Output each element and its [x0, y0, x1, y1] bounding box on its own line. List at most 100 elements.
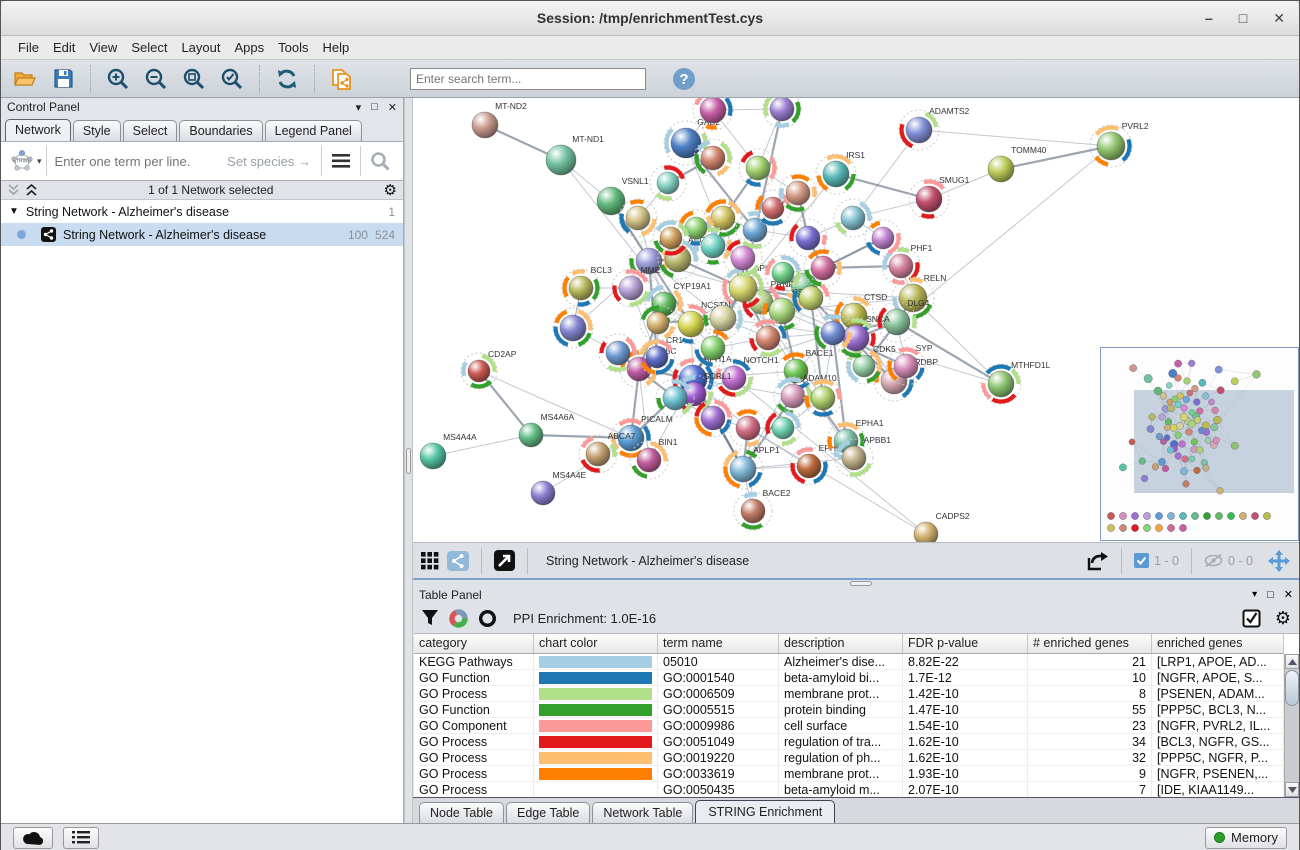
table-scrollbar[interactable]	[1284, 654, 1299, 797]
tab-style[interactable]: Style	[73, 120, 121, 141]
detach-view-icon[interactable]	[494, 550, 515, 571]
network-node[interactable]	[553, 308, 593, 348]
network-options-gear-icon[interactable]: ⚙	[384, 181, 397, 199]
menu-item-edit[interactable]: Edit	[46, 38, 82, 57]
network-node[interactable]: MT-ND1	[546, 134, 604, 175]
tab-legend-panel[interactable]: Legend Panel	[265, 120, 362, 141]
ring-chart-icon[interactable]	[478, 609, 497, 628]
save-session-button[interactable]	[47, 64, 79, 94]
tab-string-enrichment[interactable]: STRING Enrichment	[695, 800, 835, 823]
table-panel-float-icon[interactable]: □	[1267, 589, 1274, 601]
scroll-down-button[interactable]	[1285, 782, 1299, 797]
table-row[interactable]: GO ProcessGO:0033619membrane prot...1.93…	[414, 766, 1284, 782]
donut-chart-icon[interactable]	[449, 609, 468, 628]
network-node[interactable]: APLP1	[723, 445, 780, 489]
tab-network[interactable]: Network	[5, 119, 71, 141]
network-node[interactable]: MS4A4E	[531, 470, 586, 505]
network-node[interactable]: PVRL2	[1090, 121, 1149, 167]
navigate-cross-icon[interactable]	[1267, 549, 1291, 573]
tab-select[interactable]: Select	[123, 120, 178, 141]
network-node[interactable]: MS4A6A	[519, 412, 574, 447]
hsplitter-handle[interactable]	[850, 581, 872, 586]
string-logo[interactable]: STRING ▾	[5, 146, 47, 176]
zoom-out-button[interactable]	[140, 64, 172, 94]
minimize-button[interactable]: –	[1205, 10, 1213, 26]
tab-node-table[interactable]: Node Table	[419, 802, 504, 823]
table-row[interactable]: GO ProcessGO:0050435beta-amyloid m...2.0…	[414, 782, 1284, 797]
menu-item-file[interactable]: File	[11, 38, 46, 57]
network-node[interactable]: CR1	[639, 335, 683, 375]
column-header-category[interactable]: category	[414, 634, 534, 654]
copy-network-button[interactable]	[326, 64, 358, 94]
column-header-description[interactable]: description	[779, 634, 903, 654]
network-node[interactable]: ADAMTS2	[899, 106, 970, 150]
network-tree-child-row[interactable]: String Network - Alzheimer's disease 100…	[1, 223, 403, 246]
scrollbar-thumb[interactable]	[1285, 670, 1299, 706]
table-row[interactable]: GO FunctionGO:0001540beta-amyloid bi...1…	[414, 670, 1284, 686]
network-node[interactable]: MTHFD1L	[981, 360, 1051, 404]
zoom-fit-button[interactable]	[178, 64, 210, 94]
string-term-input[interactable]	[47, 154, 228, 169]
network-node[interactable]	[739, 149, 777, 187]
splitter-handle[interactable]	[406, 448, 411, 474]
network-tree-root-row[interactable]: ▼ String Network - Alzheimer's disease 1	[1, 200, 403, 223]
string-options-button[interactable]	[322, 154, 360, 168]
network-node[interactable]	[650, 165, 686, 201]
network-node[interactable]: IRS1	[816, 150, 865, 194]
zoom-in-button[interactable]	[102, 64, 134, 94]
menu-item-help[interactable]: Help	[316, 38, 357, 57]
network-node[interactable]	[779, 174, 817, 212]
network-node[interactable]: MS4A4A	[420, 432, 477, 469]
share-view-icon[interactable]	[447, 551, 469, 571]
table-row[interactable]: GO ProcessGO:0051049regulation of tra...…	[414, 734, 1284, 750]
float-panel-icon[interactable]: □	[371, 101, 378, 113]
expand-all-icon[interactable]	[25, 184, 38, 196]
close-panel-icon[interactable]: ✕	[388, 101, 397, 114]
table-row[interactable]: GO ProcessGO:0019220regulation of ph...1…	[414, 750, 1284, 766]
network-node[interactable]	[865, 220, 901, 256]
table-panel-menu-icon[interactable]: ▾	[1252, 589, 1257, 600]
maximize-button[interactable]: □	[1239, 10, 1247, 26]
select-rows-checkbox-icon[interactable]	[1242, 609, 1261, 628]
task-list-button[interactable]	[63, 827, 99, 849]
search-input[interactable]	[410, 68, 646, 90]
string-search-button[interactable]	[361, 151, 399, 171]
table-row[interactable]: KEGG Pathways05010Alzheimer's dise...8.8…	[414, 654, 1284, 670]
export-network-icon[interactable]	[1085, 550, 1109, 572]
collapse-all-icon[interactable]	[7, 184, 20, 196]
menu-item-view[interactable]: View	[82, 38, 124, 57]
network-node[interactable]: CD2AP	[461, 349, 517, 389]
table-row[interactable]: GO FunctionGO:0005515protein binding1.47…	[414, 702, 1284, 718]
network-node[interactable]	[763, 98, 801, 128]
column-header-FDR-p-value[interactable]: FDR p-value	[903, 634, 1028, 654]
memory-button[interactable]: Memory	[1205, 827, 1287, 849]
column-header-chart-color[interactable]: chart color	[534, 634, 658, 654]
close-button[interactable]: ✕	[1273, 10, 1285, 27]
table-settings-gear-icon[interactable]: ⚙	[1275, 608, 1291, 629]
table-panel-close-icon[interactable]: ✕	[1284, 588, 1293, 601]
scroll-up-button[interactable]	[1285, 654, 1299, 669]
column-header-enriched-genes[interactable]: enriched genes	[1152, 634, 1284, 654]
menu-item-layout[interactable]: Layout	[174, 38, 227, 57]
panel-menu-icon[interactable]: ▾	[356, 101, 362, 114]
tab-boundaries[interactable]: Boundaries	[179, 120, 262, 141]
refresh-button[interactable]	[271, 64, 303, 94]
network-node[interactable]: BACE2	[734, 488, 791, 530]
network-node[interactable]: SMUG1	[909, 175, 970, 219]
network-node[interactable]: TOMM40	[988, 145, 1047, 182]
filter-icon[interactable]	[421, 609, 439, 627]
network-canvas[interactable]: MT-ND2MT-ND1VSNL1GAB2ADAMTS2PVRL2TOMM40S…	[413, 98, 1299, 542]
column-header-term-name[interactable]: term name	[658, 634, 779, 654]
tab-network-table[interactable]: Network Table	[592, 802, 693, 823]
open-session-button[interactable]	[9, 64, 41, 94]
menu-item-apps[interactable]: Apps	[228, 38, 272, 57]
cloud-button[interactable]	[13, 827, 53, 849]
birdseye-view[interactable]	[1100, 347, 1299, 541]
menu-item-tools[interactable]: Tools	[271, 38, 315, 57]
vertical-splitter[interactable]	[404, 98, 413, 823]
menu-item-select[interactable]: Select	[124, 38, 174, 57]
selected-checkbox-icon[interactable]	[1134, 553, 1149, 568]
network-node[interactable]: CADPS2	[914, 511, 970, 542]
help-button[interactable]: ?	[668, 64, 700, 94]
tree-collapse-icon[interactable]: ▼	[9, 206, 19, 217]
